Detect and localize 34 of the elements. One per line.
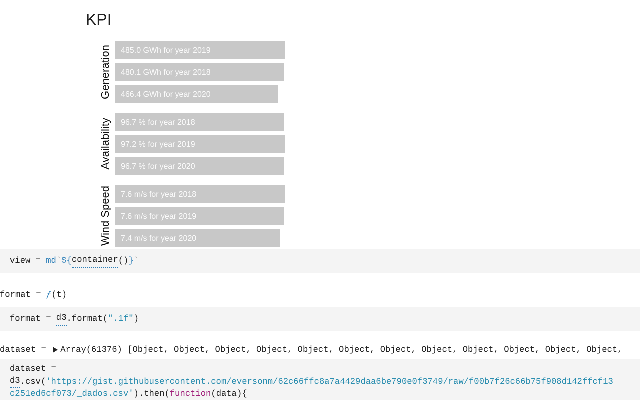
code-text: .format( <box>66 312 108 326</box>
code-text: ` <box>56 254 62 268</box>
code-text: } <box>128 254 134 268</box>
code-text: ${ <box>62 254 72 268</box>
code-text: 'https://gist.githubusercontent.com/eversonm/62c66ffc8a7a4429daa6be790e0f3749/raw/f00b7f26c66b75f908d142ffcf13 <box>46 376 614 388</box>
code-cell[interactable]: dataset = d3.csv('https://gist.githubusercontent.com/eversonm/62c66ffc8a7a4429daa6be790e0f3749/raw/f00b7f26c66b75f908d142ffcf13 c251ed6cf073/_dados.csv').then(function(data){ <box>0 359 640 400</box>
code-cell[interactable]: format = d3.format(".1f") <box>0 307 640 331</box>
code-text: ".1f" <box>108 312 134 326</box>
code-text: function <box>170 388 212 400</box>
output-text: format = <box>0 288 42 302</box>
code-text: md <box>46 254 56 268</box>
group-label: Generation <box>100 44 112 100</box>
code-text: c251ed6cf073/_dados.csv' <box>10 388 134 400</box>
code-text: dataset = <box>10 363 56 375</box>
code-text: container <box>72 254 118 268</box>
group-label: Availability <box>100 118 112 170</box>
code-text: () <box>118 254 129 268</box>
output-text: (t) <box>52 288 68 302</box>
output-text: Array(61376) [Object, Object, Object, Object, Object, Object, Object, Object, Object, Object, Object, Object, <box>60 344 623 356</box>
code-text: (data){ <box>211 388 248 400</box>
chart-title: KPI <box>86 12 113 30</box>
code-text: ` <box>134 254 140 268</box>
group-label: Wind Speed <box>100 186 112 246</box>
output-text: ƒ <box>46 288 52 302</box>
code-text: d3 <box>10 375 20 388</box>
code-text: ).then( <box>134 388 170 400</box>
code-text: format = <box>10 312 52 326</box>
output-text: dataset = <box>0 344 48 356</box>
code-text: view = <box>10 254 42 268</box>
code-text: ) <box>134 312 139 326</box>
expand-toggle-icon[interactable] <box>52 347 58 353</box>
code-text: d3 <box>56 312 67 326</box>
code-cell[interactable]: view = md`${container()}` <box>0 249 640 273</box>
code-text: .csv( <box>20 376 46 388</box>
